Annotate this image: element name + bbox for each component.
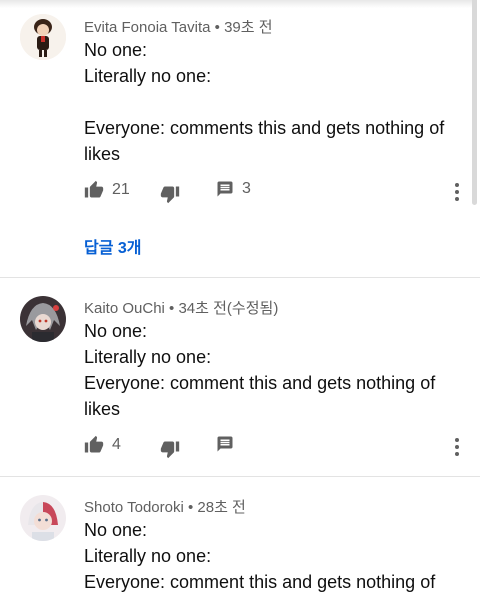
- dislike-button[interactable]: [160, 439, 180, 459]
- like-count: 21: [112, 181, 130, 198]
- chibi-character-avatar-icon: [20, 14, 66, 60]
- comment-thread: Kaito OuChi • 34초 전(수정됨) No one: Literal…: [0, 277, 480, 476]
- thumb-down-icon: [160, 186, 180, 204]
- more-options-button[interactable]: [454, 437, 460, 462]
- comment-icon: [217, 181, 233, 197]
- more-vert-icon: [455, 183, 459, 201]
- comment-line: Literally no one:: [84, 66, 212, 86]
- comment-text: No one: Literally no one: Everyone: comm…: [84, 517, 464, 595]
- author-name[interactable]: Shoto Todoroki: [84, 499, 184, 516]
- comment-line: likes: [84, 144, 121, 164]
- meta-separator: •: [183, 499, 198, 516]
- comment-line: No one:: [84, 321, 148, 341]
- more-options-button[interactable]: [454, 182, 460, 207]
- thumb-down-icon: [160, 441, 180, 459]
- avatar[interactable]: [20, 14, 66, 60]
- avatar[interactable]: [20, 495, 66, 541]
- view-replies-link[interactable]: 답글 3개: [84, 234, 142, 258]
- thumb-up-icon: [84, 180, 104, 198]
- comment-line: No one:: [84, 40, 148, 60]
- top-edge-shadow: [0, 0, 476, 8]
- comment-line: likes: [84, 399, 121, 419]
- comment-line: No one:: [84, 520, 148, 540]
- comment-actions: 4: [84, 435, 474, 461]
- like-button[interactable]: 4: [84, 435, 121, 455]
- comment-line: Literally no one:: [84, 347, 212, 367]
- comment-text: No one: Literally no one: Everyone: comm…: [84, 318, 464, 422]
- thumb-up-icon: [84, 435, 104, 453]
- reply-count: 3: [242, 180, 251, 197]
- comment-icon: [217, 436, 233, 452]
- comment-time: 34초 전(수정됨): [178, 300, 279, 317]
- comment-line: Literally no one:: [84, 546, 212, 566]
- comment-meta: Evita Fonoia Tavita • 39초 전: [84, 16, 273, 37]
- comment-time: 39초 전: [224, 19, 273, 36]
- reply-button[interactable]: [216, 435, 234, 453]
- comment-line: Everyone: comment this and gets nothing …: [84, 572, 436, 592]
- like-count: 4: [112, 436, 121, 453]
- comment-line: Everyone: comments this and gets nothing…: [84, 118, 445, 138]
- author-name[interactable]: Kaito OuChi: [84, 300, 165, 317]
- comment-thread: Shoto Todoroki • 28초 전 No one: Literally…: [0, 476, 480, 592]
- comment-text: No one: Literally no one: Everyone: comm…: [84, 37, 464, 167]
- more-vert-icon: [455, 438, 459, 456]
- comment-thread: Evita Fonoia Tavita • 39초 전 No one: Lite…: [0, 8, 480, 276]
- like-button[interactable]: 21: [84, 180, 130, 200]
- comment-meta: Shoto Todoroki • 28초 전: [84, 496, 246, 517]
- meta-separator: •: [164, 300, 179, 317]
- comment-line: Everyone: comment this and gets nothing …: [84, 373, 436, 393]
- comment-time: 28초 전: [197, 499, 246, 516]
- comment-actions: 21 3: [84, 180, 474, 206]
- avatar[interactable]: [20, 296, 66, 342]
- meta-separator: •: [210, 19, 225, 36]
- author-name[interactable]: Evita Fonoia Tavita: [84, 19, 210, 36]
- reply-button[interactable]: 3: [216, 180, 251, 198]
- dislike-button[interactable]: [160, 184, 180, 204]
- anime-character-avatar-icon: [20, 495, 66, 541]
- comment-meta: Kaito OuChi • 34초 전(수정됨): [84, 297, 278, 318]
- grey-haired-character-avatar-icon: [20, 296, 66, 342]
- comment-line: [84, 89, 464, 115]
